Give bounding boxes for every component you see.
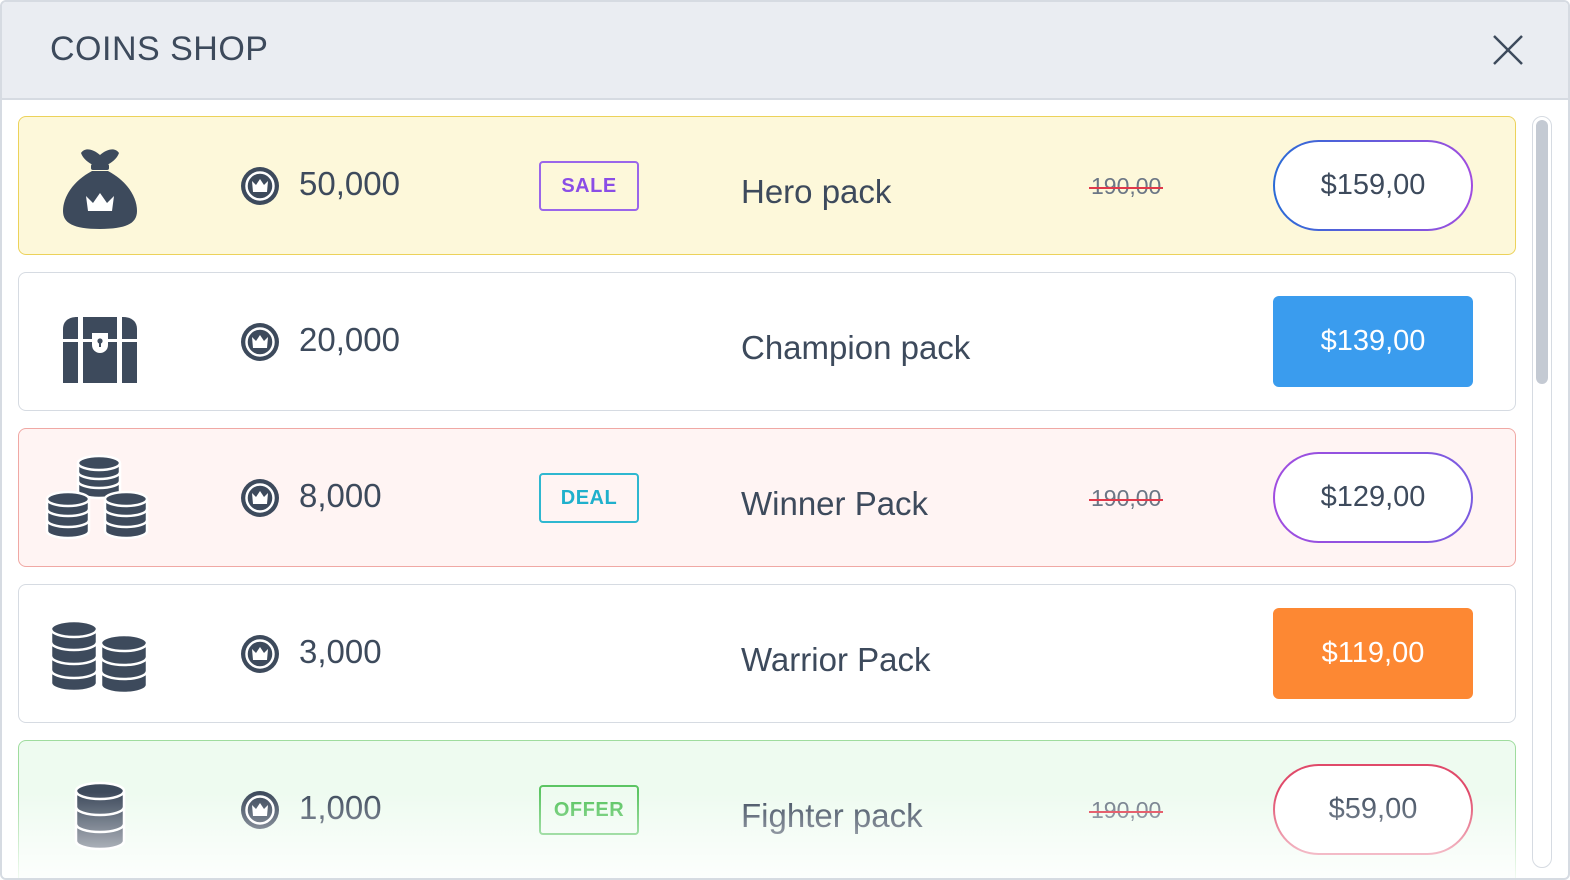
coin-amount: 3,000 — [299, 633, 382, 670]
coin-amount: 20,000 — [299, 321, 400, 358]
old-price: 190,00 — [1088, 797, 1164, 823]
treasure-chest-icon — [63, 317, 137, 383]
coin-amount: 1,000 — [299, 789, 382, 826]
buy-button-hero[interactable]: $159,00 — [1273, 140, 1473, 231]
coin-amount: 8,000 — [299, 477, 382, 514]
close-icon — [1493, 35, 1523, 65]
coin-pile-icon — [45, 454, 149, 540]
scrollbar[interactable] — [1532, 116, 1552, 868]
offer-badge: OFFER — [539, 785, 639, 835]
sale-badge: SALE — [539, 161, 639, 211]
pack-row-champion: 20,000 Champion pack $139,00 — [18, 272, 1516, 411]
pack-name: Fighter pack — [741, 797, 923, 834]
coin-icon — [241, 635, 279, 673]
coin-icon — [241, 791, 279, 829]
old-price: 190,00 — [1088, 173, 1164, 199]
money-bag-icon — [63, 149, 137, 229]
pack-row-warrior: 3,000 Warrior Pack $119,00 — [18, 584, 1516, 723]
close-button[interactable] — [1488, 30, 1528, 70]
page-title: COINS SHOP — [50, 30, 269, 68]
coin-amount: 50,000 — [299, 165, 400, 202]
header: COINS SHOP — [2, 2, 1568, 100]
buy-button-fighter[interactable]: $59,00 — [1273, 764, 1473, 855]
coin-stack-icon — [74, 781, 126, 851]
buy-button-champion[interactable]: $139,00 — [1273, 296, 1473, 387]
coin-stacks-icon — [49, 619, 149, 695]
pack-row-hero: 50,000 SALE Hero pack 190,00 $159,00 — [18, 116, 1516, 255]
buy-button-winner[interactable]: $129,00 — [1273, 452, 1473, 543]
pack-name: Champion pack — [741, 329, 971, 366]
pack-list: 50,000 SALE Hero pack 190,00 $159,00 20,… — [2, 102, 1568, 878]
pack-name: Warrior Pack — [741, 641, 931, 678]
pack-name: Winner Pack — [741, 485, 929, 522]
coins-shop-window: COINS SHOP 50,000 SALE Hero pack 190,00 … — [0, 0, 1570, 880]
deal-badge: DEAL — [539, 473, 639, 523]
pack-row-fighter: 1,000 OFFER Fighter pack 190,00 $59,00 — [18, 740, 1516, 878]
buy-button-warrior[interactable]: $119,00 — [1273, 608, 1473, 699]
old-price: 190,00 — [1088, 485, 1164, 511]
coin-icon — [241, 167, 279, 205]
coin-icon — [241, 323, 279, 361]
coin-icon — [241, 479, 279, 517]
pack-row-winner: 8,000 DEAL Winner Pack 190,00 $129,00 — [18, 428, 1516, 567]
pack-name: Hero pack — [741, 173, 892, 210]
scrollbar-thumb[interactable] — [1536, 120, 1548, 384]
